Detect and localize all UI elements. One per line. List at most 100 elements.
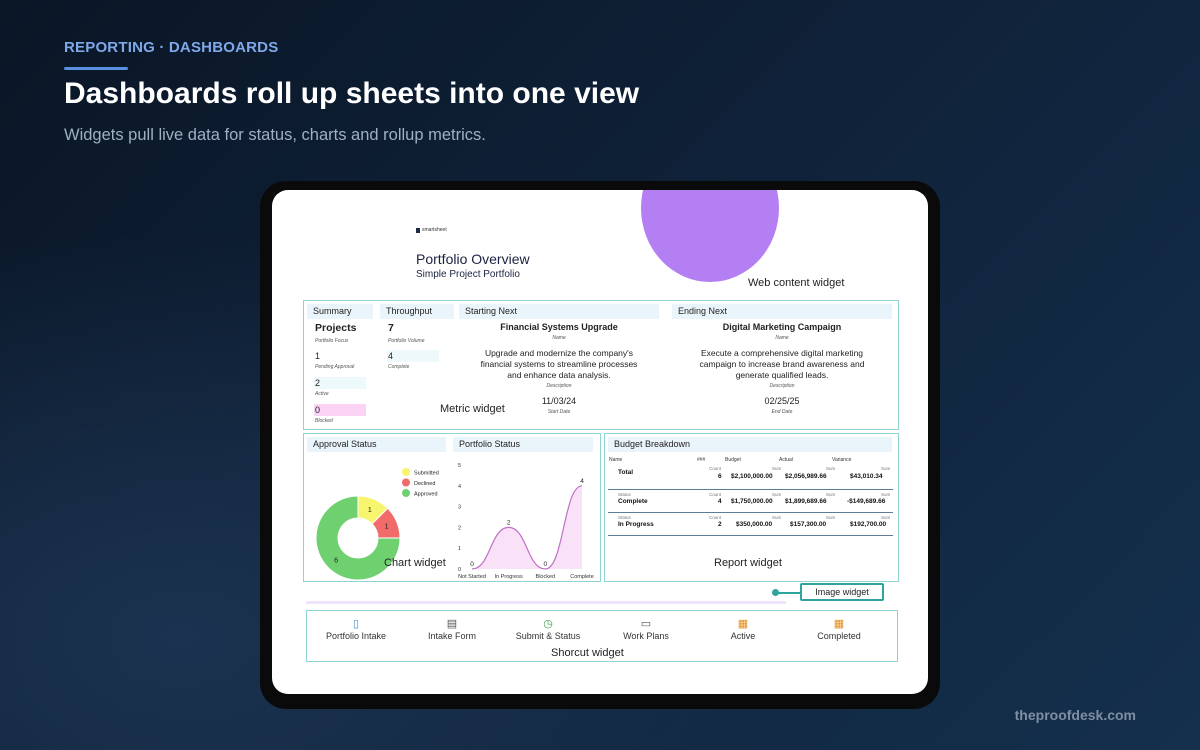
shortcut-portfolio-intake[interactable]: ▯ Portfolio Intake <box>308 617 404 641</box>
metric-panel[interactable]: Summary Throughput Starting Next Ending … <box>303 300 899 430</box>
chart-panel[interactable]: Approval Status Portfolio Status 1 1 6 Subm… <box>303 433 601 582</box>
portfolio-status-chart: 0 1 2 3 4 5 0 2 0 4 Not Started In Progress Blocked C… <box>458 463 594 580</box>
shortcut-label: Completed <box>817 631 861 641</box>
web-content-blob <box>641 190 779 282</box>
focus-value: Projects <box>315 322 357 334</box>
ending-desc-1: Execute a comprehensive digital marketin… <box>700 348 864 358</box>
starting-name: Financial Systems Upgrade <box>500 322 618 332</box>
y-tick-label: 5 <box>458 463 461 469</box>
row-count: 4 <box>718 498 722 505</box>
blocked-shade <box>314 404 366 416</box>
shortcut-label: Intake Form <box>427 631 476 641</box>
row-name: In Progress <box>618 521 654 528</box>
y-tick-label: 3 <box>458 505 461 511</box>
sum-caption: Sum <box>881 492 891 497</box>
chart-widget-label: Chart widget <box>384 557 446 569</box>
data-label: 4 <box>580 478 584 485</box>
active-shade <box>314 377 366 389</box>
x-tick-label: Complete <box>570 574 594 580</box>
shortcut-work-plans[interactable]: ▭ Work Plans <box>598 617 694 641</box>
shortcut-intake-form[interactable]: ▤ Intake Form <box>404 617 500 641</box>
smartsheet-logo-icon <box>416 227 420 233</box>
count-caption: Count <box>709 515 722 520</box>
sum-caption: Sum <box>826 492 836 497</box>
brand-name: smartsheet <box>422 227 447 233</box>
sum-caption: Sum <box>772 492 782 497</box>
summary-header: Summary <box>307 304 373 319</box>
starting-desc-3: and enhance data analysis. <box>507 370 611 380</box>
row-actual: $2,056,989.66 <box>785 473 827 480</box>
row-name: Total <box>618 469 634 476</box>
ending-next-header: Ending Next <box>672 304 892 319</box>
starting-desc-1: Upgrade and modernize the company's <box>484 348 634 358</box>
x-tick-label: Not Started <box>458 574 486 580</box>
ending-name-label: Name <box>775 335 789 341</box>
legend-label: Approved <box>414 492 438 498</box>
col-count: ### <box>697 457 706 463</box>
x-tick-label: Blocked <box>536 574 556 580</box>
col-variance: Variance <box>832 457 852 463</box>
legend-label: Declined <box>414 481 435 487</box>
dashboard-subtitle: Simple Project Portfolio <box>416 269 520 280</box>
sheet-icon: ▦ <box>737 618 749 630</box>
portfolio-status-header: Portfolio Status <box>453 437 593 452</box>
starting-desc-label: Description <box>546 383 572 389</box>
sum-caption: Sum <box>772 515 782 520</box>
row-count: 2 <box>718 521 722 528</box>
pending-label: Pending Approval <box>315 364 355 370</box>
clock-icon: ◷ <box>543 618 553 630</box>
count-caption: Count <box>709 466 722 471</box>
shortcut-panel[interactable]: ▯ Portfolio Intake ▤ Intake Form ◷ Submi… <box>306 610 898 662</box>
pie-value-label: 1 <box>385 524 389 531</box>
shortcut-completed[interactable]: ▦ Completed <box>791 617 887 641</box>
volume-label: Portfolio Volume <box>388 338 425 344</box>
shortcut-active[interactable]: ▦ Active <box>695 617 791 641</box>
data-label: 0 <box>470 561 474 568</box>
report-widget-label: Report widget <box>714 557 782 569</box>
image-widget-strip <box>306 601 786 604</box>
report-panel[interactable]: Budget Breakdown Name ### Budget Actual … <box>604 433 899 582</box>
approval-header: Approval Status <box>307 437 446 452</box>
sheet-icon: ▦ <box>833 618 845 630</box>
ending-date-label: End Date <box>771 409 793 415</box>
brand-logo: smartsheet <box>416 227 447 233</box>
row-budget: $1,750,000.00 <box>731 498 773 505</box>
col-budget: Budget <box>725 457 741 463</box>
web-content-label: Web content widget <box>748 277 845 289</box>
data-label: 0 <box>544 561 548 568</box>
y-tick-label: 4 <box>458 484 461 490</box>
shortcut-submit-status[interactable]: ◷ Submit & Status <box>500 617 596 641</box>
shortcut-widget-label: Shorcut widget <box>551 647 624 659</box>
callout-line <box>776 592 800 594</box>
ending-date: 02/25/25 <box>764 396 800 406</box>
count-caption: Count <box>709 492 722 497</box>
complete-label: Complete <box>388 364 410 370</box>
active-value: 2 <box>315 378 321 388</box>
complete-value: 4 <box>388 351 394 361</box>
ending-name: Digital Marketing Campaign <box>722 322 842 332</box>
sum-caption: Sum <box>881 466 891 471</box>
row-variance: $43,010.34 <box>850 473 883 480</box>
starting-name-label: Name <box>552 335 566 341</box>
ending-desc-label: Description <box>769 383 795 389</box>
legend-swatch <box>402 489 410 497</box>
legend-swatch <box>402 468 410 476</box>
form-icon: ▤ <box>446 618 458 630</box>
row-count: 6 <box>718 473 722 480</box>
row-divider <box>608 535 893 536</box>
active-label: Active <box>315 391 329 397</box>
x-tick-label: In Progress <box>495 574 523 580</box>
focus-label: Portfolio Focus <box>315 338 349 344</box>
sum-caption: Sum <box>826 515 836 520</box>
sum-caption: Sum <box>772 466 782 471</box>
row-actual: $157,300.00 <box>790 521 827 528</box>
row-budget: $350,000.00 <box>736 521 773 528</box>
y-tick-label: 2 <box>458 525 461 531</box>
y-tick-label: 1 <box>458 546 461 552</box>
ending-desc-2: campaign to increase brand awareness and <box>699 359 865 369</box>
budget-header: Budget Breakdown <box>608 437 892 452</box>
pie-value-label: 6 <box>334 557 338 564</box>
sum-caption: Sum <box>826 466 836 471</box>
page-subtitle: Widgets pull live data for status, chart… <box>64 126 486 144</box>
y-tick-label: 0 <box>458 567 461 573</box>
